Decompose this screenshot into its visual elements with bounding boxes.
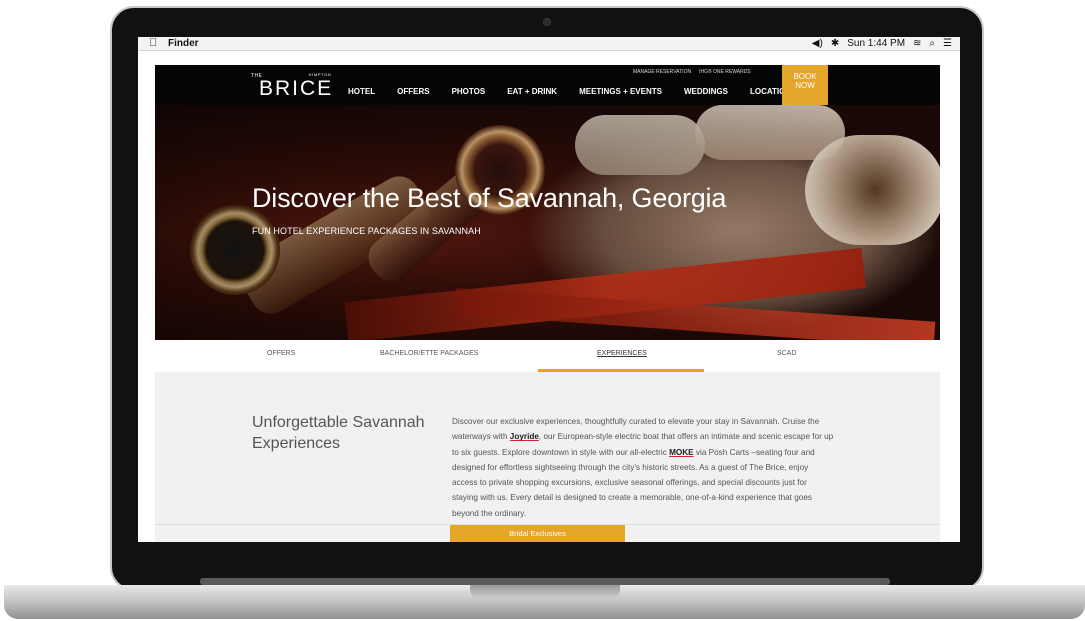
mac-menubar:  Finder ◀︎) ✱ Sun 1:44 PM ≋ ⌕ ☰ [138, 37, 960, 51]
menubar-status: ◀︎) ✱ Sun 1:44 PM ≋ ⌕ ☰ [812, 38, 952, 49]
wifi-icon[interactable]: ≋ [913, 38, 921, 49]
experiences-section: Unforgettable Savannah Experiences Disco… [155, 372, 940, 542]
nav-eat-drink[interactable]: EAT + DRINK [507, 87, 557, 96]
manage-reservation-link[interactable]: MANAGE RESERVATION [633, 69, 691, 75]
webcam [543, 18, 551, 26]
hero-overlay [155, 105, 940, 340]
laptop-hinge [200, 578, 890, 585]
notification-list-icon[interactable]: ☰ [943, 38, 952, 49]
nav-photos[interactable]: PHOTOS [452, 87, 486, 96]
tab-bachelorette-packages[interactable]: BACHELOR/ETTE PACKAGES [380, 350, 478, 357]
tab-scad[interactable]: SCAD [777, 350, 796, 357]
nav-offers[interactable]: OFFERS [397, 87, 429, 96]
utility-links: MANAGE RESERVATION IHG® ONE REWARDS [633, 69, 751, 75]
joyride-link[interactable]: Joyride [510, 432, 539, 441]
section-body: Discover our exclusive experiences, thou… [452, 414, 834, 521]
nav-hotel[interactable]: HOTEL [348, 87, 375, 96]
hero-title: Discover the Best of Savannah, Georgia [252, 183, 727, 213]
volume-icon[interactable]: ◀︎) [812, 38, 823, 49]
nav-weddings[interactable]: WEDDINGS [684, 87, 728, 96]
section-title: Unforgettable Savannah Experiences [252, 414, 425, 452]
body-text: via Posh Carts –seating four and designe… [452, 447, 815, 518]
bridal-exclusives-button[interactable]: Bridal Exclusives [450, 525, 625, 542]
logo-brice: BRICE [259, 77, 334, 100]
screen:  Finder ◀︎) ✱ Sun 1:44 PM ≋ ⌕ ☰ THE KIM… [138, 37, 960, 542]
offer-tabs: OFFERS BACHELOR/ETTE PACKAGES EXPERIENCE… [155, 340, 940, 372]
apple-icon[interactable]:  [149, 37, 157, 49]
website: THE KIMPTON BRICE MANAGE RESERVATION IHG… [155, 65, 940, 542]
spotlight-icon[interactable]: ⌕ [929, 38, 935, 49]
hero-subtitle: FUN HOTEL EXPERIENCE PACKAGES IN SAVANNA… [252, 226, 481, 236]
hero-banner: Discover the Best of Savannah, Georgia F… [155, 105, 940, 340]
clock[interactable]: Sun 1:44 PM [847, 38, 905, 49]
tab-offers[interactable]: OFFERS [267, 350, 295, 357]
app-name[interactable]: Finder [168, 38, 199, 49]
book-now-button[interactable]: BOOK NOW [782, 65, 828, 105]
now-label: NOW [795, 81, 815, 90]
ihg-rewards-link[interactable]: IHG® ONE REWARDS [699, 69, 751, 75]
moke-link[interactable]: MOKE [669, 448, 694, 457]
site-header: THE KIMPTON BRICE MANAGE RESERVATION IHG… [155, 65, 940, 112]
tab-experiences[interactable]: EXPERIENCES [597, 350, 647, 357]
bluetooth-icon[interactable]: ✱ [831, 38, 839, 49]
main-nav: HOTEL OFFERS PHOTOS EAT + DRINK MEETINGS… [348, 87, 813, 96]
nav-meetings-events[interactable]: MEETINGS + EVENTS [579, 87, 662, 96]
laptop-notch [470, 585, 620, 599]
book-label: BOOK [793, 72, 817, 81]
